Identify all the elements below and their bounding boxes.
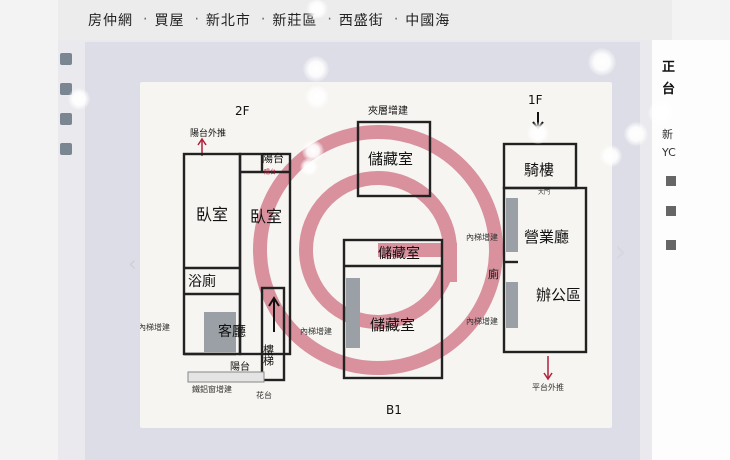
room-restroom: 廁 [488,267,499,281]
room-living: 客廳 [218,323,246,340]
room-balcony-bottom: 陽台 [230,360,250,373]
listing-info-2: YC [662,146,676,159]
photo-glare [305,0,329,18]
note-balcony-out: 陽台外推 [190,127,226,139]
photo-glare [624,122,648,146]
note-inner-stair-2f: 內梯增建 [140,322,170,332]
breadcrumb-separator: ‧ [143,12,149,28]
label-mezzanine: 夾層增建 [368,104,408,117]
note-aluminum-window: 鐵鋁窗增建 [192,384,232,394]
room-office: 辦公區 [536,286,581,304]
breadcrumb-item-buy[interactable]: 買屋 [154,10,184,30]
share-icon[interactable] [60,53,72,65]
room-business-hall: 營業廳 [524,228,569,246]
room-balcony-top: 陽台 [262,151,284,165]
note-platform-out: 平台外推 [532,382,564,392]
note-inner-stair-1f-bottom: 內梯增建 [466,316,498,326]
phone-icon[interactable] [666,240,676,250]
room-storage-b1-main: 儲藏室 [370,316,415,334]
note-window: 陽台 [264,168,276,176]
photo-glare [648,100,674,126]
breadcrumb-separator: ‧ [194,12,200,28]
floor-label-b1: B1 [386,403,402,417]
note-door: 大門 [538,188,550,196]
prev-image-icon[interactable]: ‹ [128,252,137,277]
listing-title-2: 台 [662,82,676,97]
listing-title-1: 正 [662,60,676,75]
photo-glare [527,122,549,144]
breadcrumb-separator: ‧ [260,12,267,28]
left-toolbar [58,45,74,173]
photo-glare [588,48,616,76]
breadcrumb-separator: ‧ [393,12,400,28]
floor-label-1f: 1F [528,93,543,107]
photo-glare [600,145,622,167]
breadcrumb: 房仲網 ‧ 買屋 ‧ 新北市 ‧ 新莊區 ‧ 西盛街 ‧ 中國海 [58,0,672,40]
note-inner-stair-1f-top: 內梯增建 [466,232,498,242]
photo-glare [305,85,329,109]
room-bedroom-right: 臥室 [250,207,282,226]
floor-label-2f: 2F [235,104,250,118]
note-flower-bed: 花台 [256,390,272,400]
photo-glare [303,56,329,82]
room-stairs-1: 樓梯 [262,343,275,367]
breadcrumb-separator: ‧ [327,12,333,28]
breadcrumb-item-site[interactable]: 房仲網 [88,10,133,30]
favorite-icon[interactable] [60,113,72,125]
photo-glare [68,88,90,110]
photo-glare [300,158,318,176]
room-storage-mezz: 儲藏室 [368,150,413,168]
breadcrumb-item-city[interactable]: 新北市 [206,10,251,30]
listing-info-1: 新 [662,128,673,141]
room-arcade: 騎樓 [524,161,554,179]
room-storage-b1-top: 儲藏室 [378,245,420,262]
info-icon[interactable] [666,206,676,216]
breadcrumb-item-listing[interactable]: 中國海 [405,10,450,30]
note-inner-stair-b1: 內梯增建 [300,326,332,336]
next-image-icon[interactable]: › [614,232,627,270]
breadcrumb-item-street[interactable]: 西盛街 [339,10,384,30]
compare-icon[interactable] [60,143,72,155]
room-bedroom-left: 臥室 [196,205,228,224]
room-bathroom: 浴廁 [188,273,216,290]
map-icon[interactable] [666,176,676,186]
